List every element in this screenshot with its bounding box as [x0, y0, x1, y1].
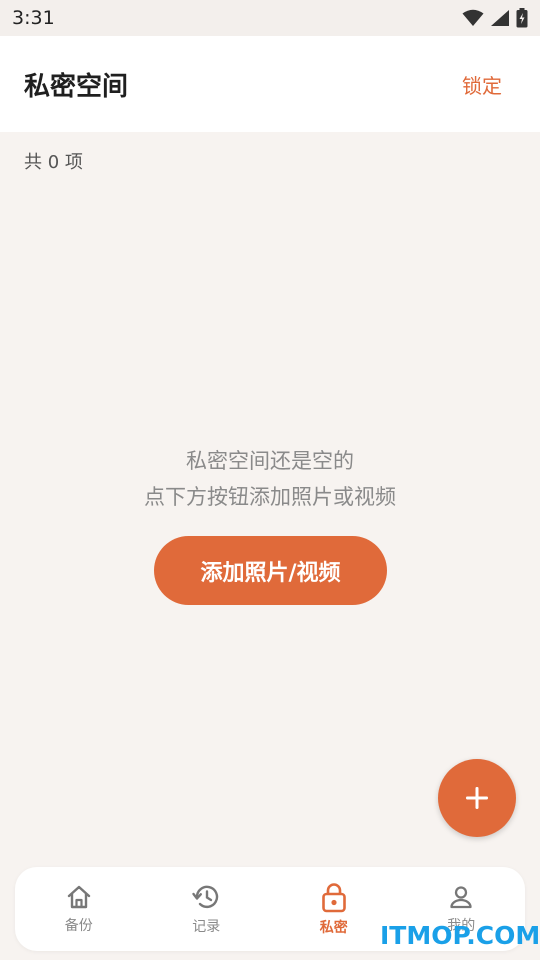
- watermark: ITMOP.COM: [380, 921, 540, 950]
- empty-state: 私密空间还是空的 点下方按钮添加照片或视频: [0, 443, 540, 515]
- empty-state-line-1: 私密空间还是空的: [186, 449, 354, 473]
- add-fab-button[interactable]: [438, 759, 516, 837]
- nav-label-backup: 备份: [64, 918, 93, 934]
- add-media-button[interactable]: 添加照片/视频: [154, 536, 387, 605]
- lock-icon: [321, 883, 346, 913]
- item-count: 共 0 项: [24, 152, 83, 173]
- empty-state-line-2: 点下方按钮添加照片或视频: [144, 485, 396, 509]
- nav-item-backup[interactable]: 备份: [15, 867, 143, 951]
- nav-label-history: 记录: [192, 919, 221, 935]
- status-time: 3:31: [12, 7, 55, 29]
- status-bar: 3:31: [0, 0, 540, 36]
- nav-item-history[interactable]: 记录: [143, 867, 271, 951]
- wifi-icon: [462, 9, 484, 26]
- app-header: 私密空间 锁定: [0, 36, 540, 132]
- nav-label-private: 私密: [319, 920, 348, 936]
- nav-item-private[interactable]: 私密: [270, 867, 398, 951]
- history-icon: [192, 885, 219, 909]
- plus-icon: [466, 787, 488, 809]
- page-title: 私密空间: [24, 71, 129, 102]
- status-icons: [462, 8, 528, 28]
- lock-button[interactable]: 锁定: [462, 70, 502, 99]
- signal-icon: [491, 10, 509, 26]
- user-icon: [450, 886, 472, 909]
- home-icon: [67, 885, 90, 909]
- battery-icon: [516, 8, 528, 28]
